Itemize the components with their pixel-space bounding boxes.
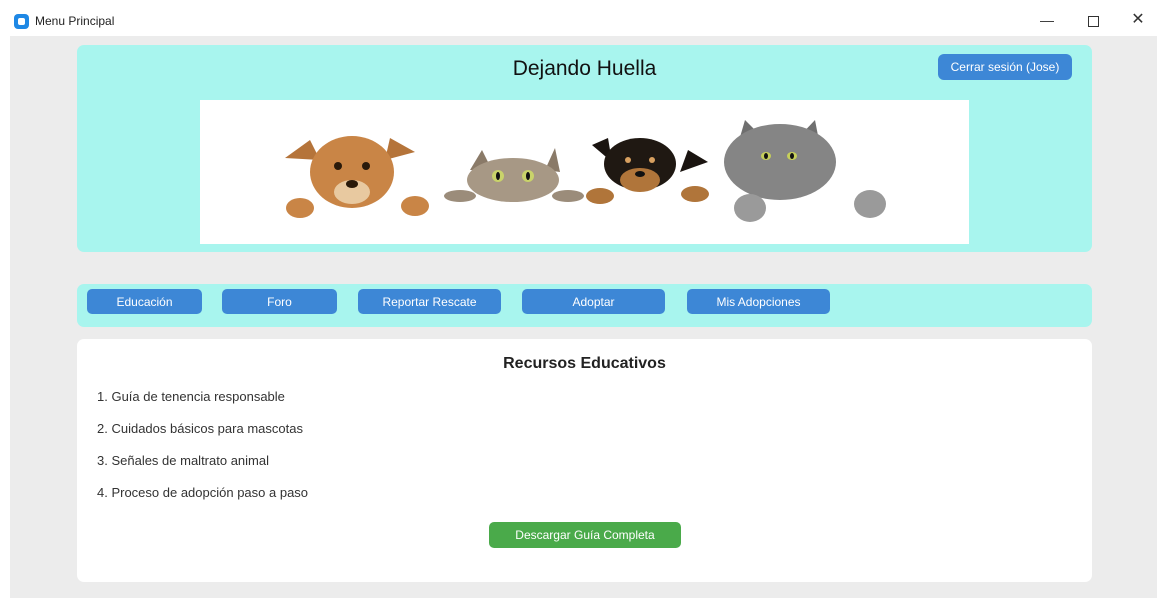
- resource-item: 4. Proceso de adopción paso a paso: [97, 485, 309, 500]
- tabby-cat-illustration: [444, 148, 584, 202]
- section-title: Recursos Educativos: [503, 355, 666, 372]
- nav-mis-adopciones-button[interactable]: Mis Adopciones: [687, 289, 830, 314]
- grey-cat-illustration: [724, 120, 886, 222]
- black-tan-dog-illustration: [586, 138, 709, 204]
- close-button[interactable]: ✕: [1124, 8, 1152, 32]
- logout-button[interactable]: Cerrar sesión (Jose): [938, 54, 1072, 80]
- minimize-button[interactable]: —: [1033, 8, 1061, 32]
- nav-adoptar-button[interactable]: Adoptar: [522, 289, 665, 314]
- pets-banner-image: [200, 100, 969, 244]
- maximize-button[interactable]: [1079, 8, 1107, 32]
- content-panel: Recursos Educativos 1. Guía de tenencia …: [77, 339, 1092, 582]
- tan-dog-illustration: [285, 136, 429, 218]
- nav-educacion-button[interactable]: Educación: [87, 289, 202, 314]
- header-panel: Dejando Huella Cerrar sesión (Jose): [77, 45, 1092, 252]
- nav-reportar-rescate-button[interactable]: Reportar Rescate: [358, 289, 501, 314]
- resource-item: 2. Cuidados básicos para mascotas: [97, 421, 303, 436]
- nav-foro-button[interactable]: Foro: [222, 289, 337, 314]
- download-guide-button[interactable]: Descargar Guía Completa: [489, 522, 681, 548]
- navigation-bar: Educación Foro Reportar Rescate Adoptar …: [77, 284, 1092, 327]
- resource-item: 3. Señales de maltrato animal: [97, 453, 269, 468]
- resource-item: 1. Guía de tenencia responsable: [97, 389, 285, 404]
- maximize-icon: [1087, 15, 1099, 27]
- app-icon: [14, 14, 29, 29]
- resource-list: 1. Guía de tenencia responsable 2. Cuida…: [97, 389, 308, 517]
- pets-illustration: [285, 120, 886, 222]
- window-title: Menu Principal: [35, 14, 115, 28]
